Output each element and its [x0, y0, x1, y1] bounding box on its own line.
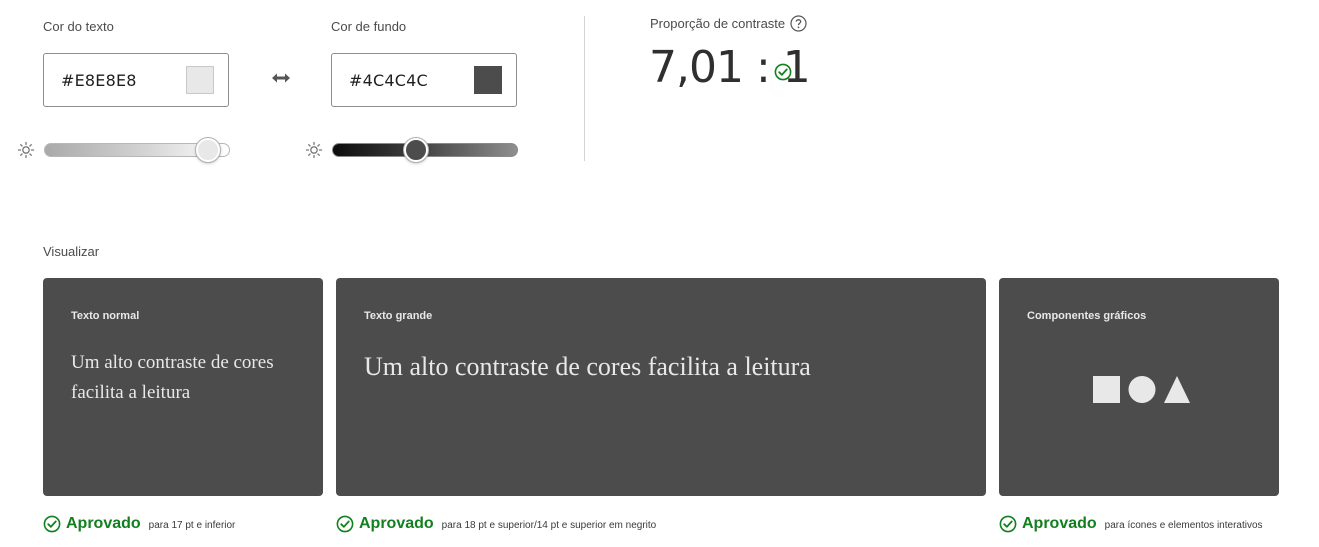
- help-icon[interactable]: [790, 15, 807, 32]
- check-circle-icon: [43, 515, 61, 533]
- normal-text-sample: Um alto contraste de cores facilita a le…: [71, 352, 274, 403]
- circle-icon: [1128, 376, 1156, 403]
- pass-label: Aprovado: [66, 515, 141, 532]
- normal-text-card: Texto normal Um alto contraste de cores …: [43, 278, 323, 496]
- background-color-label: Cor de fundo: [331, 19, 407, 34]
- brightness-icon: [305, 141, 323, 159]
- pass-note: para 17 pt e inferior: [148, 520, 236, 531]
- triangle-icon: [1164, 376, 1190, 403]
- graphic-components-card: Componentes gráficos: [999, 278, 1279, 496]
- pass-label: Aprovado: [1022, 515, 1097, 532]
- card-title: Texto normal: [71, 310, 140, 322]
- text-brightness-thumb[interactable]: [195, 138, 220, 162]
- swap-arrows-icon[interactable]: [271, 72, 291, 84]
- large-text-sample: Um alto contraste de cores facilita a le…: [364, 352, 811, 381]
- text-color-swatch[interactable]: [186, 66, 214, 94]
- text-color-input[interactable]: #E8E8E8: [43, 53, 229, 107]
- background-brightness-thumb[interactable]: [403, 138, 428, 162]
- card-title: Componentes gráficos: [1027, 310, 1147, 322]
- square-icon: [1093, 376, 1120, 403]
- pass-note: para 18 pt e superior/14 pt e superior e…: [441, 520, 657, 531]
- background-color-hex: #4C4C4C: [349, 71, 428, 90]
- preview-label: Visualizar: [43, 244, 100, 259]
- contrast-ratio-label: Proporção de contraste: [650, 16, 786, 31]
- graphic-shapes: [1093, 376, 1190, 403]
- check-circle-icon: [336, 515, 354, 533]
- background-color-input[interactable]: #4C4C4C: [331, 53, 517, 107]
- graphic-components-status: Aprovado para ícones e elementos interat…: [999, 513, 1263, 535]
- large-text-status: Aprovado para 18 pt e superior/14 pt e s…: [336, 513, 656, 535]
- pass-note: para ícones e elementos interativos: [1104, 520, 1263, 531]
- pass-label: Aprovado: [359, 515, 434, 532]
- column-divider: [584, 16, 585, 161]
- large-text-card: Texto grande Um alto contraste de cores …: [336, 278, 986, 496]
- text-color-hex: #E8E8E8: [61, 71, 137, 90]
- text-color-label: Cor do texto: [43, 19, 114, 34]
- card-title: Texto grande: [364, 310, 433, 322]
- normal-text-status: Aprovado para 17 pt e inferior: [43, 513, 235, 535]
- brightness-icon: [17, 141, 35, 159]
- background-color-swatch[interactable]: [474, 66, 502, 94]
- check-circle-icon: [774, 63, 792, 81]
- check-circle-icon: [999, 515, 1017, 533]
